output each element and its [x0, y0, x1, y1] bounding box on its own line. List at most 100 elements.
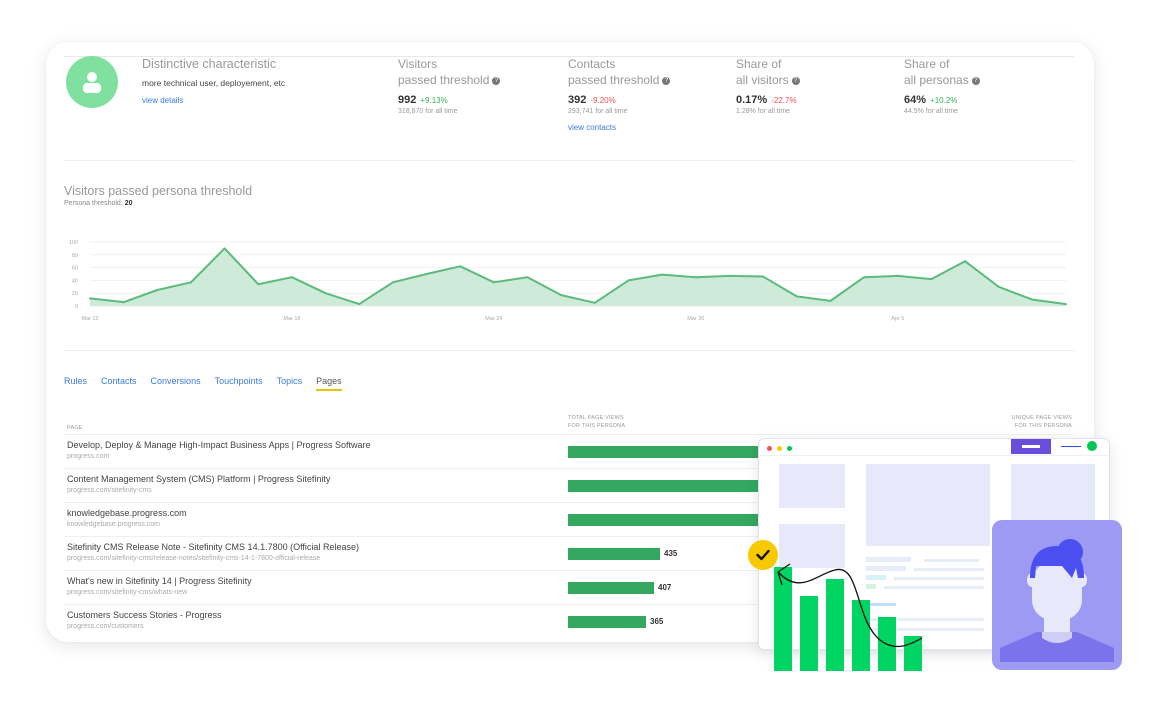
- view-contacts-link[interactable]: view contacts: [568, 123, 728, 132]
- x-tick-label: Apr 5: [891, 316, 904, 322]
- data-point[interactable]: [391, 281, 394, 284]
- col-header-total-line2: for this persona: [568, 423, 626, 429]
- page-title[interactable]: knowledgebase.progress.com: [67, 508, 187, 518]
- metric-all-time: 293,741 for all time: [568, 108, 628, 115]
- data-point[interactable]: [762, 275, 765, 278]
- page-url: progress.com/sitefinity-cms/whats-new: [67, 589, 188, 596]
- tab-pages[interactable]: Pages: [316, 376, 342, 391]
- data-point[interactable]: [425, 273, 428, 275]
- metric-title-text: passed threshold: [398, 73, 490, 87]
- metric-all-time: 1.28% for all time: [736, 108, 791, 115]
- data-point[interactable]: [593, 301, 596, 304]
- data-point[interactable]: [863, 276, 866, 279]
- tab-touchpoints[interactable]: Touchpoints: [215, 376, 263, 391]
- help-icon[interactable]: ?: [492, 76, 501, 85]
- data-point[interactable]: [189, 281, 192, 284]
- page-url: progress.com: [67, 453, 110, 460]
- data-point[interactable]: [156, 289, 159, 291]
- data-point[interactable]: [89, 297, 91, 300]
- metric-value-row: 992 +9.13%: [398, 94, 558, 106]
- metric-title-text: all visitors: [736, 73, 789, 87]
- divider: [64, 160, 1074, 161]
- data-point[interactable]: [627, 279, 630, 282]
- metric-title-line1: Visitors: [398, 57, 438, 71]
- page-views-value: 435: [664, 549, 678, 558]
- data-point[interactable]: [930, 278, 933, 281]
- woman-avatar-icon: [1000, 539, 1114, 662]
- metric-title-line2: all personas?: [904, 72, 1064, 88]
- data-point[interactable]: [964, 260, 967, 263]
- data-point[interactable]: [1065, 303, 1067, 306]
- metric-block: Visitors passed threshold? 992 +9.13% 318,87…: [398, 56, 558, 115]
- x-tick-label: Mar 24: [485, 316, 502, 322]
- y-tick-label: 20: [72, 291, 78, 297]
- metric-title-line2: all visitors?: [736, 72, 896, 88]
- metric-block: Share of all visitors? 0.17% -22.7% 1.28% fo…: [736, 56, 896, 115]
- data-point[interactable]: [122, 301, 125, 304]
- threshold-label: Persona threshold:: [64, 200, 123, 207]
- metric-block: Share of all personas? 64% +10.2% 44.5% for …: [904, 56, 1064, 115]
- data-point[interactable]: [1031, 298, 1034, 301]
- metric-title-text: passed threshold: [568, 73, 660, 87]
- page-title[interactable]: What's new in Sitefinity 14 | Progress S…: [67, 576, 252, 586]
- metric-title-line2: passed threshold?: [568, 72, 728, 88]
- visitors-area-chart: 0 20 40 60 80 100 Mar 12 Mar 18 Mar 24 Mar 30 Apr …: [69, 240, 1067, 322]
- data-point[interactable]: [290, 276, 293, 279]
- y-tick-label: 80: [72, 253, 78, 259]
- x-tick-label: Mar 30: [687, 316, 704, 322]
- help-icon[interactable]: ?: [971, 76, 980, 85]
- col-header-page: Page: [67, 425, 83, 431]
- data-point[interactable]: [223, 247, 226, 250]
- metric-delta: -9.20%: [590, 96, 616, 105]
- tab-topics[interactable]: Topics: [277, 376, 303, 391]
- persona-illustration-card: [992, 520, 1122, 670]
- metric-title-line1: Share of: [904, 57, 950, 71]
- data-point[interactable]: [324, 292, 327, 295]
- data-point[interactable]: [829, 299, 832, 302]
- data-point[interactable]: [896, 274, 899, 277]
- page-title[interactable]: Customers Success Stories - Progress: [67, 610, 222, 620]
- x-tick-label: Mar 18: [283, 316, 300, 322]
- tab-bar: Rules Contacts Conversions Touchpoints Topic…: [64, 376, 342, 391]
- data-point[interactable]: [795, 295, 798, 298]
- metric-block: Contacts passed threshold? 392 -9.20% 293,74…: [568, 56, 728, 132]
- metric-title-text: all personas: [904, 73, 969, 87]
- page-views-bar: [568, 582, 654, 594]
- tab-rules[interactable]: Rules: [64, 376, 87, 391]
- page-title[interactable]: Content Management System (CMS) Platform…: [67, 474, 330, 484]
- data-point[interactable]: [358, 303, 361, 306]
- help-icon[interactable]: ?: [791, 76, 800, 85]
- tab-contacts[interactable]: Contacts: [101, 376, 137, 391]
- help-icon[interactable]: ?: [662, 76, 671, 85]
- data-point[interactable]: [661, 273, 664, 276]
- data-point[interactable]: [560, 294, 563, 297]
- metric-delta: -22.7%: [771, 96, 797, 105]
- metric-title-line1: Share of: [736, 57, 782, 71]
- page-url: progress.com/sitefinity-cms: [67, 487, 152, 494]
- metric-value-row: 64% +10.2%: [904, 94, 1064, 106]
- tab-conversions[interactable]: Conversions: [151, 376, 201, 391]
- data-point[interactable]: [997, 285, 1000, 288]
- y-tick-label: 60: [72, 266, 78, 272]
- view-details-link[interactable]: view details: [142, 96, 183, 105]
- metric-value: 992: [398, 94, 417, 106]
- data-point[interactable]: [526, 276, 529, 279]
- page-views-value: 365: [650, 617, 664, 626]
- threshold-value: 20: [124, 200, 133, 207]
- page-title[interactable]: Sitefinity CMS Release Note - Sitefinity…: [67, 542, 359, 552]
- metric-all-time: 318,870 for all time: [398, 108, 458, 115]
- persona-threshold: Persona threshold: 20: [64, 200, 133, 207]
- metric-title-line2: passed threshold?: [398, 72, 558, 88]
- metric-delta: +10.2%: [930, 96, 958, 105]
- data-point[interactable]: [257, 283, 260, 286]
- illustration-button: [1011, 439, 1051, 454]
- data-point[interactable]: [459, 265, 462, 268]
- page-title[interactable]: Develop, Deploy & Manage High-Impact Bus…: [67, 440, 371, 450]
- page-views-bar: [568, 616, 646, 628]
- data-point[interactable]: [694, 276, 697, 279]
- persona-avatar: [66, 56, 118, 108]
- y-tick-label: 0: [75, 304, 78, 310]
- metric-value: 392: [568, 94, 587, 106]
- data-point[interactable]: [728, 274, 731, 277]
- data-point[interactable]: [492, 281, 495, 284]
